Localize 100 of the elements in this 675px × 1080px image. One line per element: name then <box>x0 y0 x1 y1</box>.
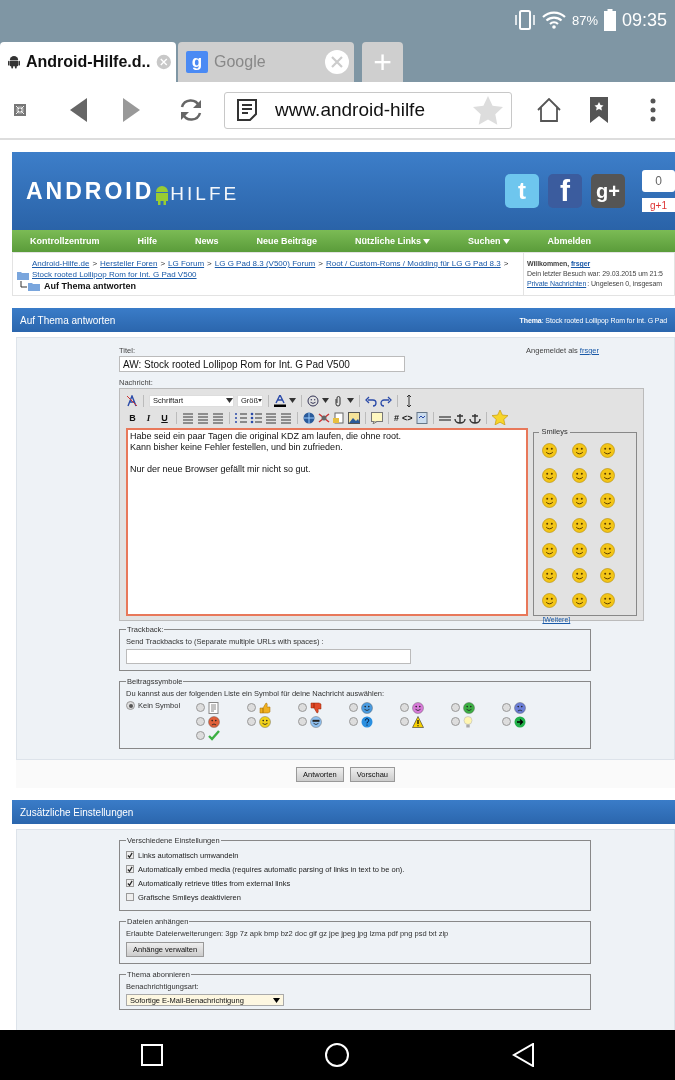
breadcrumb-link[interactable]: Android-Hilfe.de <box>32 259 90 268</box>
message-field[interactable]: Habe seid ein paar Tagen die original KDZ am laufen, die ohne root. Kann bisher keine Fehler festellen, und bin zufrieden. Nur der neue Browser gefällt mir nicht so gut. <box>126 428 529 616</box>
radio-button[interactable] <box>349 717 358 726</box>
smiley-icon[interactable] <box>572 568 588 583</box>
checkbox[interactable] <box>126 893 134 901</box>
numbered-list-icon[interactable] <box>235 411 247 424</box>
align-right-icon[interactable] <box>212 411 224 424</box>
checkbox[interactable] <box>126 879 134 887</box>
menu-icon[interactable] <box>650 98 656 122</box>
radio-button[interactable] <box>502 717 511 726</box>
breadcrumb-link[interactable]: Hersteller Foren <box>100 259 158 268</box>
smiley-icon[interactable] <box>572 493 588 508</box>
smiley-icon[interactable] <box>542 443 558 458</box>
google-plus-button[interactable]: g+ <box>591 174 625 208</box>
smiley-icon[interactable] <box>572 593 588 608</box>
smiley-icon[interactable] <box>600 493 616 508</box>
align-left-icon[interactable] <box>182 411 194 424</box>
smiley-icon[interactable] <box>572 543 588 558</box>
smiley-icon <box>259 715 271 728</box>
radio-button[interactable] <box>298 703 307 712</box>
radio-button[interactable] <box>298 717 307 726</box>
document-icon[interactable] <box>333 411 345 424</box>
smiley-icon[interactable] <box>600 518 616 533</box>
note-icon <box>208 701 219 714</box>
radio-button[interactable] <box>502 703 511 712</box>
format-button[interactable]: I <box>142 412 155 423</box>
remove-format-icon[interactable] <box>126 394 138 407</box>
smiley-icon[interactable] <box>600 568 616 583</box>
breadcrumb-separator: > <box>318 259 323 268</box>
smiley-icon[interactable] <box>542 468 558 483</box>
unlink-icon[interactable] <box>318 411 330 424</box>
radio-button[interactable] <box>451 717 460 726</box>
smiley-icon[interactable] <box>572 443 588 458</box>
recent-apps-icon[interactable] <box>141 1044 164 1066</box>
smiley-icon[interactable] <box>542 593 558 608</box>
smiley-icon[interactable] <box>542 543 558 558</box>
back-icon[interactable] <box>511 1043 534 1067</box>
smiley-icon[interactable] <box>600 443 616 458</box>
checkbox[interactable] <box>126 851 134 859</box>
breadcrumb-separator: > <box>207 259 212 268</box>
globe-link-icon[interactable] <box>303 411 315 424</box>
warning-icon <box>412 715 424 728</box>
anchor-icon[interactable] <box>468 411 481 424</box>
battery-icon <box>603 9 616 31</box>
reload-icon[interactable] <box>178 97 204 123</box>
smiley-icon[interactable] <box>600 543 616 558</box>
breadcrumb-link[interactable]: Root / Custom-Roms / Modding für LG G Pad 8.3 <box>325 259 501 268</box>
indent-icon[interactable] <box>280 411 292 424</box>
smiley-icon[interactable] <box>572 468 588 483</box>
align-center-icon[interactable] <box>197 411 209 424</box>
php-code-icon[interactable] <box>415 411 428 424</box>
outdent-icon[interactable] <box>265 411 277 424</box>
smiley-icon[interactable] <box>542 493 558 508</box>
star-face-icon[interactable] <box>491 410 508 425</box>
home-icon[interactable] <box>536 98 562 122</box>
radio-button[interactable] <box>196 717 205 726</box>
breadcrumb-link[interactable]: Stock rooted Lollipop Rom for Int. G Pad V500 <box>32 270 197 279</box>
breadcrumb-link[interactable]: LG G Pad 8.3 (V500) Forum <box>214 259 316 268</box>
radio-button[interactable] <box>247 703 256 712</box>
smiley-icon[interactable] <box>542 568 558 583</box>
smiley-icon[interactable] <box>572 518 588 533</box>
quote-icon[interactable] <box>371 411 383 424</box>
android-robot-icon <box>154 184 171 205</box>
radio-button[interactable] <box>400 703 409 712</box>
smiley-icon[interactable] <box>307 394 319 407</box>
smiley-icon[interactable] <box>600 593 616 608</box>
text-color-icon[interactable] <box>274 394 286 407</box>
forward-icon[interactable] <box>122 98 140 122</box>
radio-button[interactable] <box>349 703 358 712</box>
breadcrumb-link[interactable]: LG Forum <box>168 259 205 268</box>
paperclip-icon[interactable] <box>332 394 344 407</box>
code-button[interactable]: <> <box>402 412 413 423</box>
radio-button[interactable] <box>400 717 409 726</box>
anchor-icon[interactable] <box>453 411 466 424</box>
redo-icon[interactable] <box>380 394 392 407</box>
title-field[interactable]: AW: Stock rooted Lollipop Rom for Int. G Pad V500 <box>119 356 405 372</box>
radio-button[interactable] <box>247 717 256 726</box>
format-button[interactable]: B <box>126 412 139 423</box>
undo-icon[interactable] <box>365 394 377 407</box>
bullet-list-icon[interactable] <box>250 411 262 424</box>
star-icon[interactable] <box>473 95 503 125</box>
address-bar[interactable]: www.android-hilfe <box>224 91 512 129</box>
breadcrumb-separator: > <box>92 259 98 268</box>
browser-tab[interactable]: Android-Hilfe.d.. <box>0 42 176 82</box>
radio-button[interactable] <box>451 703 460 712</box>
exit-fullscreen-icon[interactable] <box>14 104 26 116</box>
facebook-button[interactable]: f <box>548 174 582 208</box>
checkbox[interactable] <box>126 865 134 873</box>
radio-button[interactable] <box>196 703 205 712</box>
radio-button[interactable] <box>196 731 205 740</box>
format-button[interactable]: U <box>158 412 171 423</box>
code-button[interactable]: # <box>394 412 399 423</box>
bookmarks-icon[interactable] <box>590 97 608 123</box>
site-logo[interactable]: ANDROID HILFE <box>26 177 240 205</box>
plus-one-button[interactable]: g+1 <box>642 198 675 212</box>
smiley-icon[interactable] <box>542 518 558 533</box>
trackback-field[interactable] <box>126 649 411 664</box>
radio-button[interactable] <box>126 701 135 710</box>
image-icon[interactable] <box>348 411 360 424</box>
smiley-icon[interactable] <box>600 468 616 483</box>
